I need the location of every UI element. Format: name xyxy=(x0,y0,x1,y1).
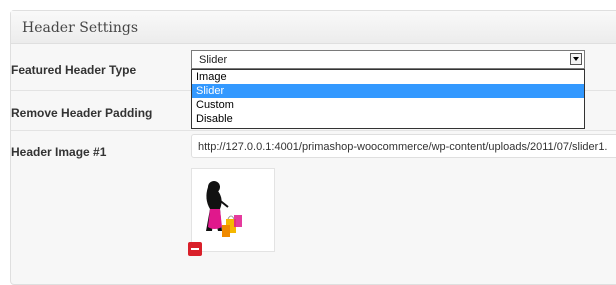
panel-header: Header Settings xyxy=(11,11,616,44)
select-value: Slider xyxy=(199,54,228,66)
featured-header-type-dropdown: Image Slider Custom Disable xyxy=(191,69,585,129)
shopping-woman-image xyxy=(206,181,242,237)
panel-title: Header Settings xyxy=(22,20,138,36)
header-image-1-label: Header Image #1 xyxy=(11,145,107,159)
option-disable[interactable]: Disable xyxy=(192,112,584,126)
option-image[interactable]: Image xyxy=(192,70,584,84)
row-divider xyxy=(11,130,616,131)
header-image-1-value: http://127.0.0.1:4001/primashop-woocomme… xyxy=(198,141,608,153)
remove-image-button[interactable] xyxy=(188,242,202,256)
featured-header-type-select[interactable]: Slider xyxy=(191,50,585,69)
chevron-down-icon[interactable] xyxy=(570,53,582,65)
option-custom[interactable]: Custom xyxy=(192,98,584,112)
featured-header-type-label: Featured Header Type xyxy=(11,63,137,77)
option-slider[interactable]: Slider xyxy=(192,84,584,98)
header-image-thumbnail xyxy=(191,168,275,252)
header-image-1-input[interactable]: http://127.0.0.1:4001/primashop-woocomme… xyxy=(191,134,616,158)
remove-header-padding-label: Remove Header Padding xyxy=(11,106,153,120)
